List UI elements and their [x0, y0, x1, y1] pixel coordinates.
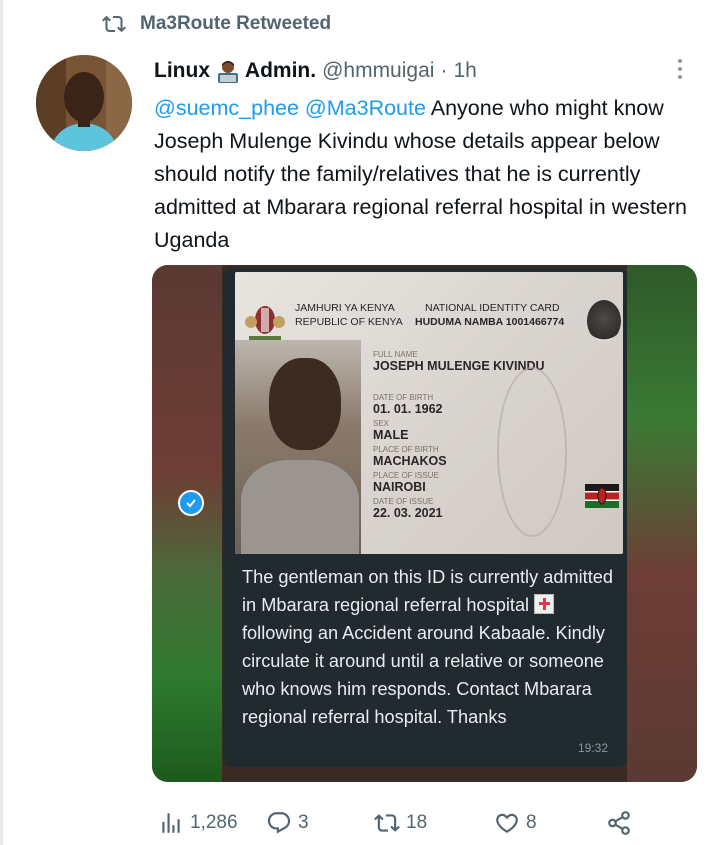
tweet-header: Linux Admin. @hmmuigai · 1h: [154, 56, 477, 86]
id-portrait: [235, 340, 361, 554]
chat-text-part1: The gentleman on this ID is currently ad…: [242, 567, 613, 615]
retweet-button[interactable]: 18: [374, 808, 427, 838]
tweet-text: @suemc_phee @Ma3Route Anyone who might k…: [154, 92, 699, 257]
tweet-media[interactable]: JAMHURI YA KENYA REPUBLIC OF KENYA NATIO…: [152, 265, 697, 782]
retweet-icon: [102, 15, 126, 33]
more-options-button[interactable]: [670, 54, 690, 84]
hospital-icon: [534, 594, 555, 614]
views-icon: [162, 813, 180, 833]
shield-watermark-icon: [497, 367, 567, 537]
media-background-right: [627, 265, 697, 782]
technologist-emoji-icon: [217, 61, 238, 84]
dob-label: DATE OF BIRTH: [373, 393, 434, 402]
separator-dot: ·: [440, 59, 448, 82]
retweet-icon: [374, 814, 400, 832]
more-dot-icon: [678, 59, 682, 63]
card-huduma: HUDUMA NAMBA 1001466774: [415, 316, 565, 328]
reply-icon: [267, 812, 291, 834]
chat-timestamp: 19:32: [578, 741, 609, 755]
card-title: NATIONAL IDENTITY CARD: [425, 302, 560, 314]
portrait-head: [269, 358, 341, 450]
tweet-actions-bar: 1,286 3 18 8: [158, 808, 648, 838]
author-name-suffix: Admin.: [244, 58, 317, 82]
poi-label: PLACE OF ISSUE: [373, 471, 439, 480]
heart-icon: [496, 813, 518, 833]
card-country-sw: JAMHURI YA KENYA: [295, 302, 395, 314]
author-name[interactable]: Linux Admin.: [154, 58, 317, 84]
dob-value: 01. 01. 1962: [373, 402, 443, 416]
like-count: 8: [526, 812, 537, 833]
retweet-indicator[interactable]: Ma3Route Retweeted: [102, 12, 331, 36]
card-country-en: REPUBLIC OF KENYA: [295, 316, 403, 328]
fullname-value: JOSEPH MULENGE KIVINDU: [373, 359, 545, 373]
reply-button[interactable]: 3: [266, 808, 309, 838]
fingerprint-icon: [587, 300, 621, 342]
more-dot-icon: [678, 67, 682, 71]
author-name-text: Linux: [154, 58, 210, 82]
verified-badge-icon: [178, 490, 204, 516]
retweet-label: Ma3Route Retweeted: [140, 13, 332, 34]
chat-message-text: The gentleman on this ID is currently ad…: [242, 563, 622, 731]
media-background-left: [152, 265, 222, 782]
mention-link[interactable]: @suemc_phee: [154, 96, 299, 120]
left-border: [0, 0, 3, 845]
portrait-shirt: [241, 460, 359, 554]
sex-value: MALE: [373, 428, 409, 442]
author-handle[interactable]: @hmmuigai: [322, 59, 434, 83]
views-button[interactable]: 1,286: [158, 808, 238, 838]
coat-of-arms-icon: [245, 306, 285, 342]
doi-label: DATE OF ISSUE: [373, 497, 434, 506]
chat-text-part2: following an Accident around Kabaale. Ki…: [242, 623, 605, 727]
reply-count: 3: [298, 812, 309, 833]
pob-value: MACHAKOS: [373, 454, 447, 468]
doi-value: 22. 03. 2021: [373, 506, 443, 520]
pob-label: PLACE OF BIRTH: [373, 445, 439, 454]
sex-label: SEX: [373, 419, 390, 428]
share-icon: [608, 811, 630, 835]
views-count: 1,286: [190, 812, 238, 833]
id-card-image: JAMHURI YA KENYA REPUBLIC OF KENYA NATIO…: [235, 272, 623, 554]
like-button[interactable]: 8: [494, 808, 537, 838]
avatar[interactable]: [36, 55, 132, 151]
retweet-count: 18: [406, 812, 428, 833]
avatar-photo: [36, 55, 132, 151]
mention-link[interactable]: @Ma3Route: [305, 96, 426, 120]
tweet-timestamp[interactable]: 1h: [453, 59, 476, 83]
poi-value: NAIROBI: [373, 480, 426, 494]
more-dot-icon: [678, 75, 682, 79]
fullname-label: FULL NAME: [373, 350, 418, 359]
share-button[interactable]: [606, 808, 632, 838]
kenya-flag-icon: [585, 484, 619, 508]
